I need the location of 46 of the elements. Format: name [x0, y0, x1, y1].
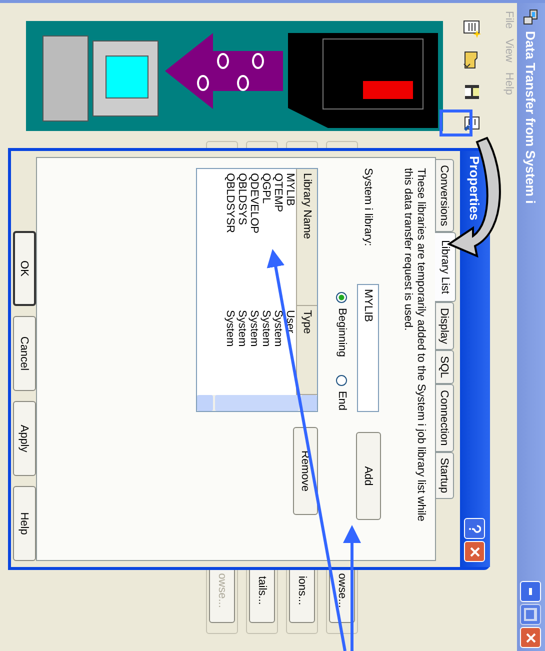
library-input-field[interactable]: MYLIB [358, 284, 380, 412]
library-name-cell[interactable]: QBLDSYSR [224, 169, 236, 306]
column-header[interactable]: Library Name [297, 169, 317, 306]
tab[interactable]: SQL [436, 350, 454, 384]
tab[interactable]: Startup [436, 452, 454, 500]
library-name-cell[interactable]: QGPL [260, 169, 272, 306]
highlight-box [440, 110, 472, 136]
question-mark-icon [469, 524, 481, 534]
radio-button[interactable] [336, 292, 348, 303]
window-title: Data Transfer from System i [524, 31, 538, 206]
tab[interactable]: Conversions [436, 159, 454, 232]
type-cell[interactable]: System [248, 306, 260, 395]
dialog-button[interactable]: OK [13, 231, 36, 306]
type-cell[interactable]: System [260, 306, 272, 395]
dialog-button[interactable]: Apply [13, 401, 36, 476]
close-icon [470, 546, 480, 556]
close-button[interactable] [520, 627, 542, 648]
help-button[interactable] [464, 518, 486, 539]
scroll-thumb[interactable] [215, 395, 299, 411]
library-label: System i library: [362, 168, 374, 248]
dialog-button[interactable]: Help [13, 486, 36, 561]
library-name-cell[interactable]: QTEMP [272, 169, 284, 306]
dialog-button[interactable]: Cancel [13, 316, 36, 391]
computer-icon [523, 9, 539, 25]
type-cell[interactable]: System [236, 306, 248, 395]
type-cell[interactable]: System [272, 306, 284, 395]
maximize-button[interactable] [520, 604, 542, 625]
library-name-cell[interactable]: MYLIB [284, 169, 296, 306]
library-name-cell[interactable]: QBLDSYS [236, 169, 248, 306]
type-cell[interactable]: User [284, 306, 296, 395]
radio-label: Beginning [336, 308, 348, 357]
dialog-title: Properties [468, 156, 482, 222]
tab[interactable]: Library List [435, 232, 456, 302]
type-cell[interactable]: System [224, 306, 236, 395]
scrollbar[interactable] [197, 395, 317, 411]
library-name-cell[interactable]: QDEVELOP [248, 169, 260, 306]
radio-label: End [336, 390, 348, 411]
tab[interactable]: Connection [436, 384, 454, 452]
remove-button[interactable]: Remove [293, 427, 318, 515]
radio-button[interactable] [336, 374, 348, 386]
minimize-button[interactable] [520, 581, 542, 602]
close-button[interactable] [464, 541, 486, 562]
add-button[interactable]: Add [356, 432, 381, 520]
tab[interactable]: Display [436, 302, 454, 350]
close-icon [526, 632, 536, 642]
description-text: These libraries are temporarily added to the System i job library list while this data transfer request is used. [401, 168, 427, 524]
